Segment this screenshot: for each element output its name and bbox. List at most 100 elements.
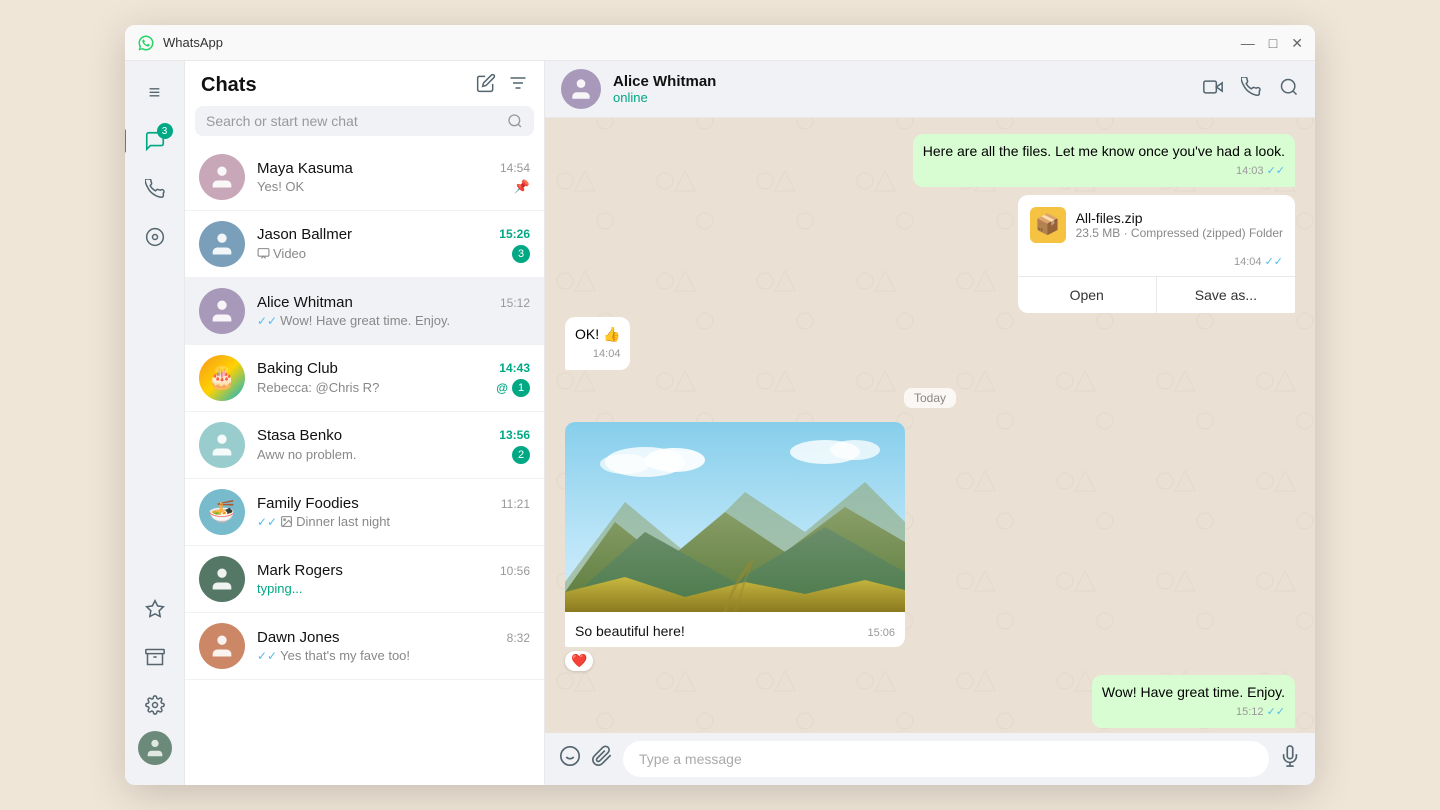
file-size: 23.5 MB · Compressed (zipped) Folder — [1076, 226, 1283, 240]
avatar: 🍜 — [199, 489, 245, 535]
message-bubble: OK! 👍 14:04 — [565, 317, 630, 370]
chat-name: Maya Kasuma — [257, 160, 353, 177]
image-message-container: So beautiful here! 15:06 ❤️ — [565, 422, 905, 671]
avatar — [199, 422, 245, 468]
list-item[interactable]: Jason Ballmer 15:26 Video 3 — [185, 211, 544, 278]
sidebar-item-settings[interactable] — [133, 683, 177, 727]
search-chat-icon[interactable] — [1279, 77, 1299, 102]
voice-message-icon[interactable] — [1279, 745, 1301, 773]
chat-time: 15:26 — [499, 227, 530, 241]
chat-name: Stasa Benko — [257, 427, 342, 444]
list-item[interactable]: Mark Rogers 10:56 typing... — [185, 546, 544, 613]
close-button[interactable]: ✕ — [1291, 36, 1303, 50]
file-header: 📦 All-files.zip 23.5 MB · Compressed (zi… — [1030, 207, 1283, 243]
chat-info: Mark Rogers 10:56 typing... — [257, 562, 530, 596]
search-icon — [507, 113, 523, 129]
file-message: 📦 All-files.zip 23.5 MB · Compressed (zi… — [1018, 195, 1295, 313]
chat-time: 8:32 — [507, 631, 530, 645]
list-item[interactable]: 🎂 Baking Club 14:43 Rebecca: @Chris R? @… — [185, 345, 544, 412]
file-actions: Open Save as... — [1018, 276, 1295, 313]
emoji-icon[interactable] — [559, 745, 581, 773]
message-time: 14:04 — [575, 347, 620, 362]
sidebar-item-starred[interactable] — [133, 587, 177, 631]
file-name: All-files.zip — [1076, 210, 1283, 226]
avatar — [199, 154, 245, 200]
chat-info: Stasa Benko 13:56 Aww no problem. 2 — [257, 427, 530, 464]
unread-badge: 1 — [512, 379, 530, 397]
chat-name: Alice Whitman — [257, 294, 353, 311]
chat-list-actions — [476, 73, 528, 98]
chat-time: 10:56 — [500, 564, 530, 578]
user-avatar[interactable] — [138, 731, 172, 765]
filter-icon[interactable] — [508, 73, 528, 98]
contact-info[interactable]: Alice Whitman online — [613, 73, 1203, 105]
chat-preview: Rebecca: @Chris R? — [257, 380, 379, 395]
list-item[interactable]: Dawn Jones 8:32 ✓✓ Yes that's my fave to… — [185, 613, 544, 680]
chat-preview: Video — [257, 246, 306, 261]
chat-list-header: Chats — [185, 61, 544, 106]
voice-call-icon[interactable] — [1241, 77, 1261, 102]
video-call-icon[interactable] — [1203, 77, 1223, 102]
date-divider: Today — [904, 388, 956, 408]
chat-name: Mark Rogers — [257, 562, 343, 579]
chat-preview: Yes! OK — [257, 179, 304, 194]
chat-preview: ✓✓ Yes that's my fave too! — [257, 648, 410, 663]
list-item[interactable]: Alice Whitman 15:12 ✓✓ Wow! Have great t… — [185, 278, 544, 345]
image-caption-area: So beautiful here! 15:06 — [565, 617, 905, 647]
avatar: 🎂 — [199, 355, 245, 401]
contact-avatar[interactable] — [561, 69, 601, 109]
list-item[interactable]: Maya Kasuma 14:54 Yes! OK 📌 — [185, 144, 544, 211]
chat-actions — [1203, 77, 1299, 102]
chat-time: 14:43 — [499, 361, 530, 375]
new-chat-icon[interactable] — [476, 73, 496, 98]
save-file-button[interactable]: Save as... — [1157, 277, 1295, 313]
chat-input-area — [545, 733, 1315, 785]
sidebar-item-archive[interactable] — [133, 635, 177, 679]
chat-name: Baking Club — [257, 360, 338, 377]
search-input[interactable] — [206, 113, 507, 129]
message-input[interactable] — [623, 741, 1269, 777]
message-text: Here are all the files. Let me know once… — [923, 142, 1285, 162]
app-window: WhatsApp — □ ✕ ≡ 3 — [125, 25, 1315, 785]
message-image[interactable] — [565, 422, 905, 612]
sidebar-item-menu[interactable]: ≡ — [133, 71, 177, 115]
window-controls: — □ ✕ — [1241, 36, 1303, 50]
sidebar-item-calls[interactable] — [133, 167, 177, 211]
chat-list-title: Chats — [201, 74, 257, 97]
message-text: Wow! Have great time. Enjoy. — [1102, 683, 1285, 703]
chat-time: 11:21 — [501, 497, 530, 511]
avatar — [199, 221, 245, 267]
chat-list-panel: Chats — [185, 61, 545, 785]
message-time: 14:04 ✓✓ — [1030, 255, 1283, 276]
file-type-icon: 📦 — [1030, 207, 1066, 243]
reaction: ❤️ — [565, 651, 593, 671]
sidebar-item-chats[interactable]: 3 — [133, 119, 177, 163]
nav-top: ≡ 3 — [133, 71, 177, 587]
main-content: ≡ 3 — [125, 61, 1315, 785]
attachment-icon[interactable] — [591, 745, 613, 773]
list-item[interactable]: Stasa Benko 13:56 Aww no problem. 2 — [185, 412, 544, 479]
chat-preview: Aww no problem. — [257, 447, 356, 462]
chat-list: Maya Kasuma 14:54 Yes! OK 📌 — [185, 144, 544, 785]
chat-name: Family Foodies — [257, 495, 359, 512]
chat-name: Dawn Jones — [257, 629, 340, 646]
chat-info: Family Foodies 11:21 ✓✓ Dinner last nigh… — [257, 495, 530, 529]
avatar — [199, 623, 245, 669]
unread-badge: 2 — [512, 446, 530, 464]
nav-bottom — [133, 587, 177, 765]
message-time: 14:03 ✓✓ — [923, 164, 1285, 179]
avatar — [199, 556, 245, 602]
chat-preview: typing... — [257, 581, 303, 596]
search-box[interactable] — [195, 106, 534, 136]
chats-badge: 3 — [157, 123, 173, 139]
contact-name: Alice Whitman — [613, 73, 1203, 90]
file-info: All-files.zip 23.5 MB · Compressed (zipp… — [1076, 210, 1283, 240]
open-file-button[interactable]: Open — [1018, 277, 1157, 313]
list-item[interactable]: 🍜 Family Foodies 11:21 ✓✓ Dinner last ni… — [185, 479, 544, 546]
titlebar: WhatsApp — □ ✕ — [125, 25, 1315, 61]
minimize-button[interactable]: — — [1241, 36, 1255, 50]
maximize-button[interactable]: □ — [1269, 36, 1277, 50]
app-title: WhatsApp — [163, 35, 1241, 50]
sidebar-item-status[interactable] — [133, 215, 177, 259]
message-text: OK! 👍 — [575, 325, 620, 345]
